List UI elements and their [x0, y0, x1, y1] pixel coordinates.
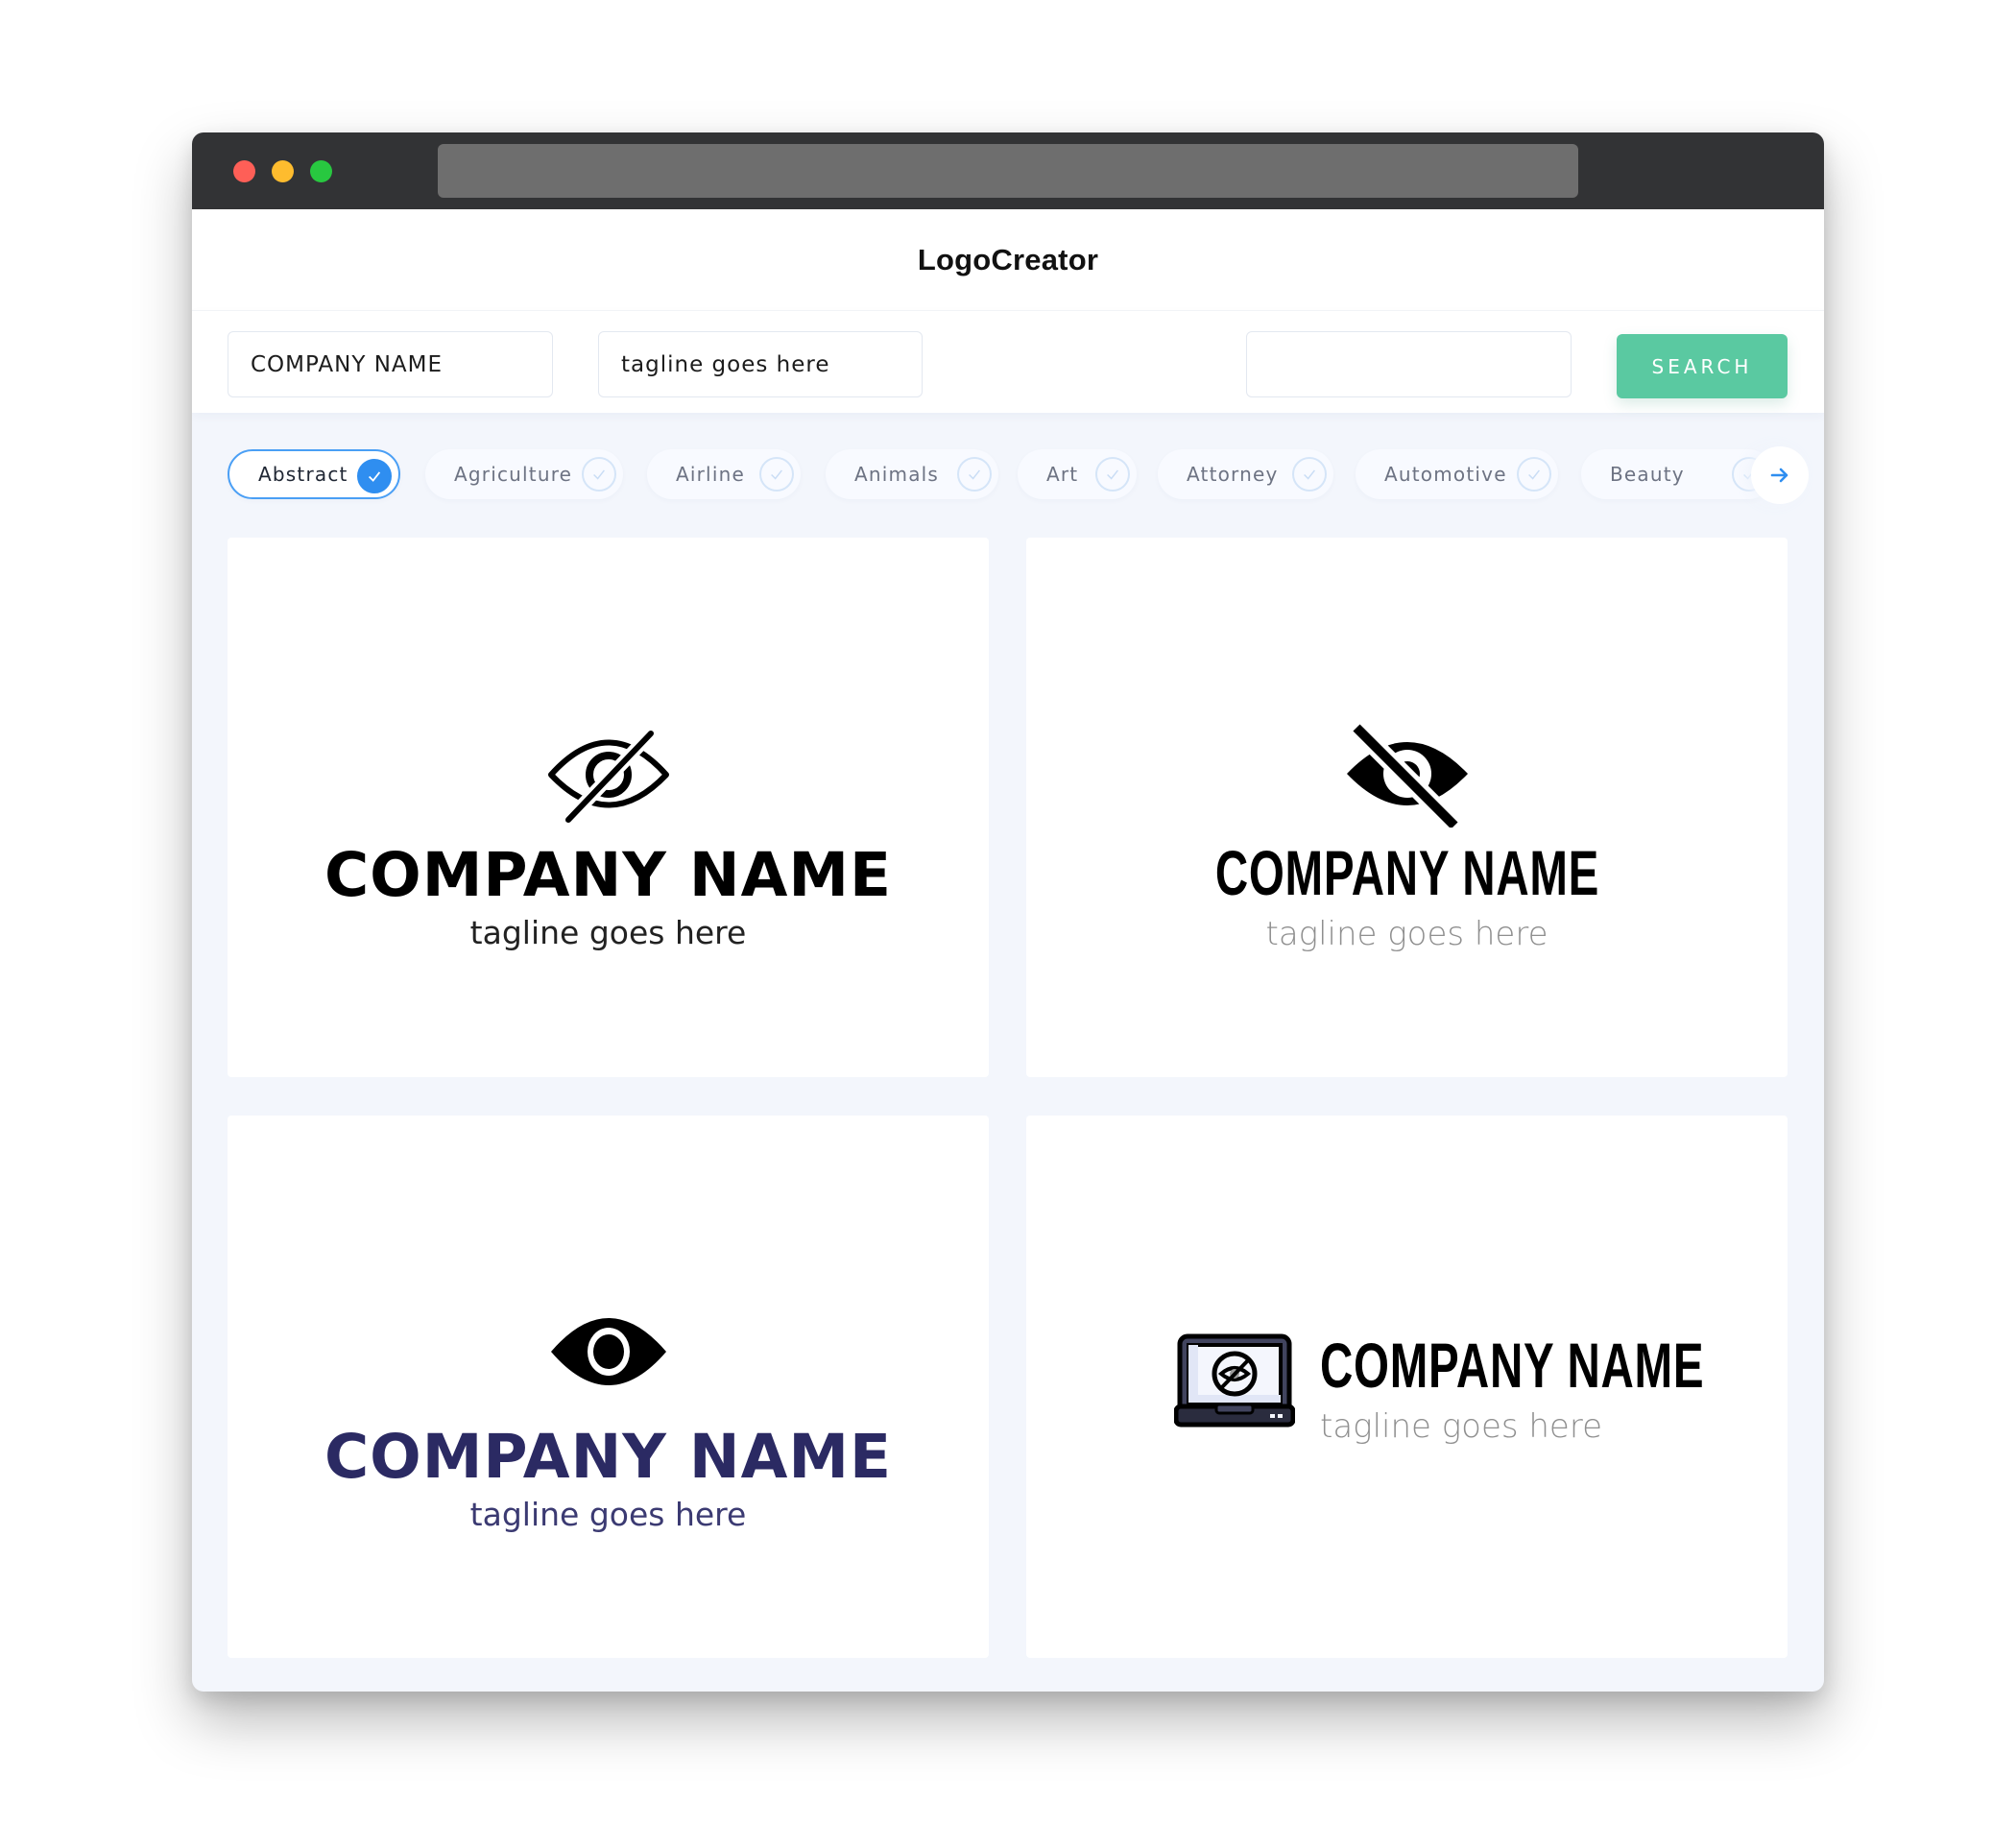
logo-card[interactable]: COMPANY NAME tagline goes here	[228, 1116, 989, 1658]
tagline-text: tagline goes here	[469, 914, 747, 951]
category-label: Agriculture	[454, 463, 573, 486]
category-label: Airline	[676, 463, 745, 486]
category-filter-bar: Abstract Agriculture Airline Animals Art	[228, 446, 1809, 504]
category-chip-abstract[interactable]: Abstract	[228, 449, 400, 499]
tagline-text: tagline goes here	[1320, 1407, 1602, 1446]
tagline-text: tagline goes here	[469, 1496, 747, 1533]
check-icon	[1095, 457, 1130, 492]
category-chip-beauty[interactable]: Beauty	[1581, 449, 1773, 499]
category-chip-art[interactable]: Art	[1018, 449, 1137, 499]
brand-logo[interactable]: LogoCreator	[918, 243, 1098, 277]
logo-card[interactable]: COMPANY NAME tagline goes here	[1026, 1116, 1788, 1658]
check-icon	[957, 457, 992, 492]
search-button[interactable]: SEARCH	[1617, 334, 1788, 398]
company-name-text: COMPANY NAME	[1320, 1330, 1705, 1401]
category-chip-animals[interactable]: Animals	[826, 449, 998, 499]
category-label: Abstract	[258, 463, 348, 486]
next-categories-button[interactable]	[1751, 446, 1809, 504]
check-icon	[759, 457, 794, 492]
browser-window: LogoCreator COMPANY NAME tagline goes he…	[192, 132, 1824, 1692]
tagline-text: tagline goes here	[1265, 915, 1548, 953]
category-chip-agriculture[interactable]: Agriculture	[425, 449, 623, 499]
check-icon	[1517, 457, 1551, 492]
company-name-text: COMPANY NAME	[324, 840, 893, 910]
check-icon	[1292, 457, 1327, 492]
search-bar: COMPANY NAME tagline goes here SEARCH	[192, 310, 1824, 413]
eye-filled-icon	[550, 1318, 666, 1385]
category-chip-airline[interactable]: Airline	[647, 449, 801, 499]
eye-slash-filled-icon	[1346, 724, 1468, 828]
maximize-window-button[interactable]	[310, 160, 332, 182]
close-window-button[interactable]	[233, 160, 255, 182]
category-chip-automotive[interactable]: Automotive	[1356, 449, 1558, 499]
logo-card[interactable]: COMPANY NAME tagline goes here	[1026, 538, 1788, 1077]
category-chip-attorney[interactable]: Attorney	[1158, 449, 1333, 499]
address-bar[interactable]	[438, 144, 1578, 198]
company-name-text: COMPANY NAME	[1214, 837, 1599, 908]
category-label: Attorney	[1187, 463, 1279, 486]
category-label: Art	[1046, 463, 1079, 486]
category-label: Animals	[854, 463, 940, 486]
arrow-right-icon	[1770, 468, 1788, 483]
eye-slash-outline-icon	[547, 730, 669, 824]
tagline-input[interactable]: tagline goes here	[598, 331, 923, 397]
laptop-eye-slash-icon	[1174, 1333, 1295, 1428]
app-header: LogoCreator	[192, 209, 1824, 310]
check-icon	[357, 459, 392, 493]
title-bar	[192, 132, 1824, 209]
company-name-input[interactable]: COMPANY NAME	[228, 331, 553, 397]
logo-text-block: COMPANY NAME tagline goes here	[1320, 1330, 1705, 1446]
category-label: Automotive	[1384, 463, 1507, 486]
minimize-window-button[interactable]	[272, 160, 294, 182]
keyword-input[interactable]	[1246, 331, 1572, 397]
logo-card[interactable]: COMPANY NAME tagline goes here	[228, 538, 989, 1077]
company-name-text: COMPANY NAME	[324, 1422, 893, 1492]
category-label: Beauty	[1610, 463, 1685, 486]
check-icon	[582, 457, 616, 492]
